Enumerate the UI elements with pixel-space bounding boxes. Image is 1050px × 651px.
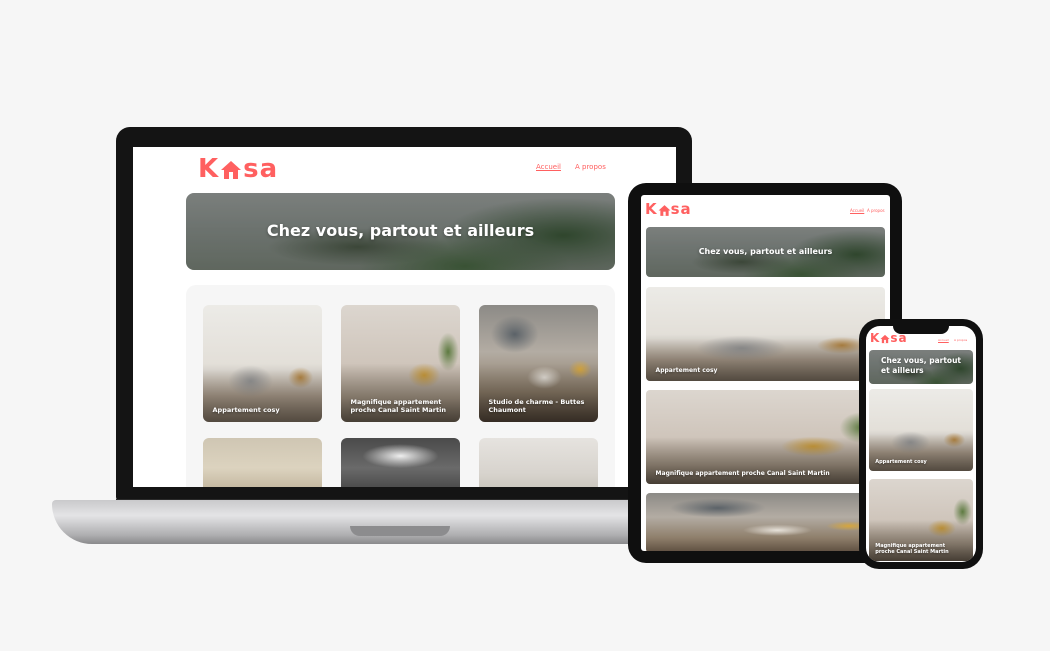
listing-card[interactable]: Appartement cosy [869,389,973,471]
hero-tagline: Chez vous, partout et ailleurs [698,247,833,256]
listing-card-title: Magnifique appartement proche Canal Sain… [350,397,446,414]
house-icon [880,333,890,344]
laptop-screen: K sa Accueil A propos Chez vous, partout… [133,147,676,487]
logo-letter-k: K [198,154,220,184]
logo-letters-sa: sa [243,154,279,184]
listing-card[interactable]: Magnifique appartement proche Canal Sain… [341,305,460,422]
site-logo[interactable]: K sa [645,200,692,218]
listing-card-title: Studio de charme - Buttes Chaumont [488,397,585,414]
listing-card[interactable] [479,438,598,487]
nav-link-about[interactable]: A propos [867,208,885,213]
laptop-notch [350,526,450,536]
listing-card[interactable]: Magnifique appartement proche Canal Sain… [869,479,973,561]
listing-card[interactable]: Studio de charme - Buttes Chaumont [479,305,598,422]
phone-notch [893,324,949,334]
nav-link-home[interactable]: Accueil [850,208,864,213]
listing-card[interactable] [203,438,322,487]
hero-banner: Chez vous, partout et ailleurs [186,193,615,270]
house-icon [220,158,242,180]
listing-card[interactable]: Appartement cosy [203,305,322,422]
phone-screen: K sa Accueil A propos Chez vous, partout… [866,326,976,562]
tablet-screen: K sa Accueil A propos Chez vous, partout… [641,195,890,551]
listing-card-title: Magnifique appartement proche Canal Sain… [655,469,830,477]
listing-card-title: Appartement cosy [655,366,718,374]
nav-link-about[interactable]: A propos [575,163,606,171]
logo-letter-k: K [645,200,658,218]
listing-card[interactable] [646,493,885,551]
nav-link-home[interactable]: Accueil [536,163,561,171]
listing-card-title: Appartement cosy [875,459,927,466]
listings-gallery: Appartement cosy Magnifique appartement … [186,285,615,487]
hero-banner: Chez vous, partout et ailleurs [646,227,885,277]
nav-link-home[interactable]: Accueil [938,338,949,342]
logo-letters-sa: sa [670,200,692,218]
listing-card[interactable] [341,438,460,487]
listing-card-title: Appartement cosy [212,405,280,414]
house-icon [658,203,671,216]
logo-letter-k: K [870,331,881,345]
nav-link-about[interactable]: A propos [954,338,967,342]
listing-card[interactable]: Magnifique appartement proche Canal Sain… [646,390,885,484]
listing-card[interactable]: Appartement cosy [646,287,885,381]
hero-tagline: Chez vous, partout et ailleurs [266,221,535,240]
hero-tagline: Chez vous, partout et ailleurs [881,356,962,375]
site-logo[interactable]: K sa [198,154,278,184]
hero-banner: Chez vous, partout et ailleurs [869,350,973,384]
listing-card-title: Magnifique appartement proche Canal Sain… [875,542,949,556]
